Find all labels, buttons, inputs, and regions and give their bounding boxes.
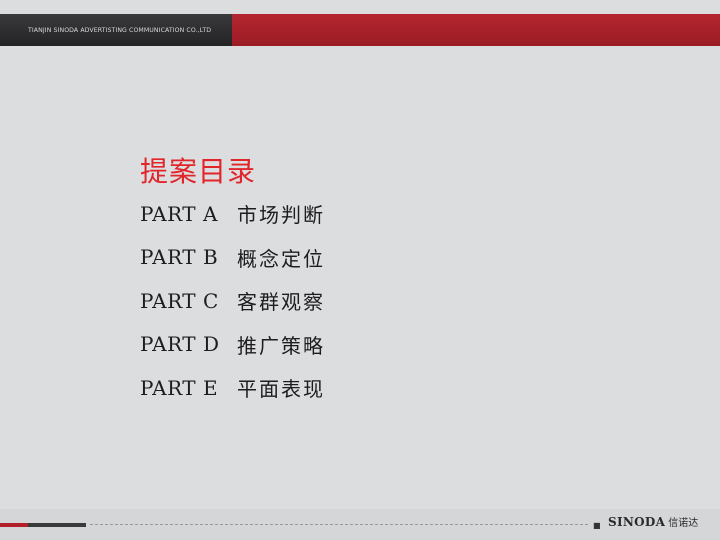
toc-item-d: PART D 推广策略	[140, 323, 325, 367]
footer-red-accent	[0, 523, 28, 527]
toc-item-title: 概念定位	[237, 246, 325, 271]
toc-part-label: PART A	[140, 201, 218, 226]
footer-dark-accent	[28, 523, 86, 527]
toc-item-e: PART E 平面表现	[140, 366, 325, 410]
footer-divider	[90, 524, 588, 525]
toc-item-a: PART A 市场判断	[140, 192, 325, 236]
toc-part-label: PART D	[140, 332, 220, 357]
header-dark-block: TIANJIN SINODA ADVERTISTING COMMUNICATIO…	[0, 14, 232, 46]
bullet-icon: ■	[593, 521, 601, 530]
toc-item-title: 平面表现	[237, 377, 325, 402]
toc-item-title: 推广策略	[237, 333, 325, 358]
toc-item-title: 市场判断	[237, 203, 325, 228]
table-of-contents: 提案目录 PART A 市场判断 PART B 概念定位 PART C 客群观察…	[140, 152, 325, 410]
toc-part-label: PART E	[140, 375, 219, 400]
toc-item-c: PART C 客群观察	[140, 279, 325, 323]
company-name: TIANJIN SINODA ADVERTISTING COMMUNICATIO…	[28, 26, 212, 34]
footer-bar: ■ SINODA 信诺达	[0, 509, 720, 540]
toc-item-b: PART B 概念定位	[140, 236, 325, 280]
logo-text: SINODA	[608, 515, 666, 529]
logo-cn-text: 信诺达	[668, 518, 699, 529]
header-bar: TIANJIN SINODA ADVERTISTING COMMUNICATIO…	[0, 14, 720, 46]
toc-part-label: PART B	[140, 245, 219, 270]
toc-item-title: 客群观察	[237, 290, 325, 315]
company-logo: SINODA 信诺达	[608, 514, 698, 529]
header-red-block	[232, 14, 720, 46]
toc-title: 提案目录	[140, 155, 257, 188]
toc-part-label: PART C	[140, 288, 219, 313]
